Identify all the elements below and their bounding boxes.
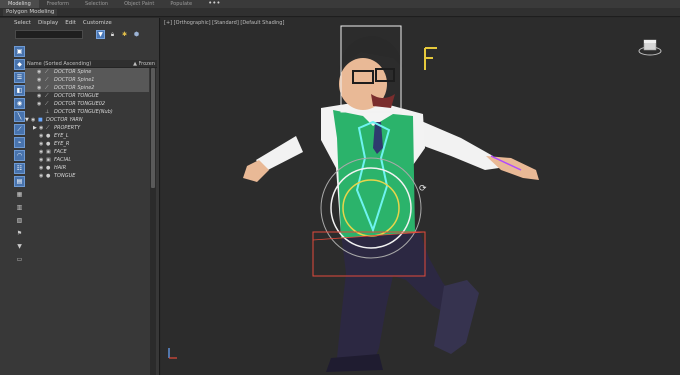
eye-icon[interactable]: ◉: [37, 68, 41, 76]
eye-icon[interactable]: ◉: [31, 116, 35, 124]
tab-object-paint[interactable]: Object Paint: [116, 0, 162, 8]
motion-icon[interactable]: ◉: [14, 98, 25, 109]
eye-icon[interactable]: ◉: [37, 84, 41, 92]
link-icon[interactable]: ⌁: [14, 137, 25, 148]
bone-icon: ⟋: [45, 85, 49, 91]
tree-row[interactable]: ◉ ⟋ DOCTOR Spine: [25, 68, 149, 76]
expand-arrow-icon[interactable]: ▼: [25, 116, 29, 124]
character-model[interactable]: [161, 18, 680, 375]
eye-icon[interactable]: ◉: [39, 172, 43, 180]
bone-icon: ⟋: [45, 101, 49, 107]
ribbon-subbar: Polygon Modeling: [0, 8, 680, 17]
eye-icon[interactable]: ◉: [39, 124, 43, 132]
tree-row[interactable]: ▼ ◉ ■ DOCTOR YARN: [25, 116, 149, 124]
sphere-icon: ●: [46, 133, 51, 139]
list-icon[interactable]: ☷: [14, 163, 25, 174]
tree-row[interactable]: ◉ ● EYE_L: [25, 132, 149, 140]
utilities-icon[interactable]: ╲: [14, 111, 25, 122]
menu-customize[interactable]: Customize: [83, 20, 112, 26]
tree-row[interactable]: ◉ ▣ FACIAL: [25, 156, 149, 164]
eye-icon[interactable]: ◉: [37, 92, 41, 100]
character-head: [339, 36, 403, 110]
tab-modeling[interactable]: Modeling: [0, 0, 39, 8]
tree-row[interactable]: ◉ ⟋ DOCTOR Spine2: [25, 84, 149, 92]
bone-nub-icon: ⊥: [45, 109, 50, 115]
funnel-icon[interactable]: ▼: [14, 241, 25, 252]
doc-icon[interactable]: ▦: [14, 189, 25, 200]
doc-icon[interactable]: ▧: [14, 215, 25, 226]
doc-icon[interactable]: ▥: [14, 202, 25, 213]
hierarchy-icon[interactable]: ☰: [14, 72, 25, 83]
teapot-icon[interactable]: ⬢: [132, 30, 141, 39]
mesh-icon: ▣: [46, 149, 51, 155]
explorer-menu: Select Display Edit Customize: [14, 20, 112, 26]
tab-populate[interactable]: Populate: [162, 0, 200, 8]
tree-row[interactable]: ⊥ DOCTOR TONGUE(Nub): [25, 108, 149, 116]
menu-select[interactable]: Select: [14, 20, 31, 26]
scroll-thumb[interactable]: [151, 68, 155, 188]
sphere-icon: ●: [46, 165, 51, 171]
collapse-arrow-icon[interactable]: ▶: [33, 124, 37, 132]
ribbon-more-button[interactable]: •••: [200, 0, 228, 8]
tree-row[interactable]: ◉ ● TONGUE: [25, 172, 149, 180]
ribbon-tabs: Modeling Freeform Selection Object Paint…: [0, 0, 680, 8]
tree-row[interactable]: ◉ ▣ FACE: [25, 148, 149, 156]
explorer-filters: ▼ 🔒︎ ✱ ⬢: [96, 30, 141, 39]
bone-icon: ⟋: [45, 93, 49, 99]
sphere-tool-icon[interactable]: ◠: [14, 150, 25, 161]
menu-edit[interactable]: Edit: [65, 20, 76, 26]
lock-icon[interactable]: 🔒︎: [108, 30, 117, 39]
scene-tree: ◉ ⟋ DOCTOR Spine ◉ ⟋ DOCTOR Spine1 ◉ ⟋ D…: [25, 68, 149, 180]
character-trousers: [326, 230, 479, 372]
polygon-modeling-label[interactable]: Polygon Modeling: [3, 9, 58, 16]
tree-row[interactable]: ◉ ⟋ DOCTOR TONGUE: [25, 92, 149, 100]
axis-tripod-icon: [168, 348, 177, 359]
layers-icon[interactable]: ▤: [14, 176, 25, 187]
tree-row[interactable]: ◉ ⟋ DOCTOR Spine1: [25, 76, 149, 84]
tab-selection[interactable]: Selection: [77, 0, 116, 8]
tree-row[interactable]: ▶ ◉ ⟋ PROPERTY: [25, 124, 149, 132]
bone-tool-icon[interactable]: ⟋: [14, 124, 25, 135]
explorer-side-toolbar: ▣ ◆ ☰ ◧ ◉ ╲ ⟋ ⌁ ◠ ☷ ▤ ▦ ▥ ▧ ⚑ ▼ ▭: [14, 46, 25, 267]
modify-icon[interactable]: ◧: [14, 85, 25, 96]
explorer-list-header[interactable]: Name (Sorted Ascending) ▲ Frozen: [25, 60, 157, 68]
light-icon[interactable]: ✱: [120, 30, 129, 39]
eye-icon[interactable]: ◉: [39, 140, 43, 148]
select-icon[interactable]: ▣: [14, 46, 25, 57]
bone-icon: ⟋: [46, 125, 50, 131]
tree-row[interactable]: ◉ ● HAIR: [25, 164, 149, 172]
mesh-icon: ▣: [46, 157, 51, 163]
eye-icon[interactable]: ◉: [37, 76, 41, 84]
tree-row[interactable]: ◉ ⟋ DOCTOR TONGUE02: [25, 100, 149, 108]
eye-icon[interactable]: ◉: [37, 100, 41, 108]
bone-icon: ⟋: [45, 69, 49, 75]
eye-icon[interactable]: ◉: [39, 156, 43, 164]
explorer-search-input[interactable]: [15, 30, 83, 39]
eye-icon[interactable]: ◉: [39, 132, 43, 140]
tab-freeform[interactable]: Freeform: [39, 0, 77, 8]
rotate-cursor-icon: ⟳: [419, 184, 427, 194]
eye-icon[interactable]: ◉: [39, 148, 43, 156]
display-icon[interactable]: ◆: [14, 59, 25, 70]
scene-explorer: Select Display Edit Customize ▼ 🔒︎ ✱ ⬢ ▣…: [0, 18, 160, 375]
bone-icon: ⟋: [45, 77, 49, 83]
object-icon: ■: [38, 117, 43, 123]
column-name[interactable]: Name (Sorted Ascending): [27, 61, 91, 67]
viewport-orthographic[interactable]: [+] [Orthographic] [Standard] [Default S…: [161, 18, 680, 375]
explorer-scrollbar[interactable]: [150, 68, 156, 375]
filter-tool-icon[interactable]: ⚑: [14, 228, 25, 239]
filter-icon[interactable]: ▼: [96, 30, 105, 39]
sphere-icon: ●: [46, 141, 51, 147]
sphere-icon: ●: [46, 173, 51, 179]
tree-row[interactable]: ◉ ● EYE_R: [25, 140, 149, 148]
rectangle-icon[interactable]: ▭: [14, 254, 25, 265]
eye-icon[interactable]: ◉: [39, 164, 43, 172]
column-frozen[interactable]: ▲ Frozen: [133, 61, 155, 67]
menu-display[interactable]: Display: [38, 20, 58, 26]
